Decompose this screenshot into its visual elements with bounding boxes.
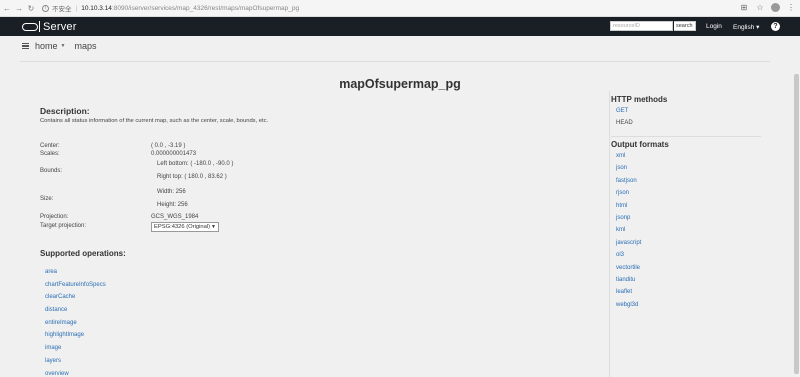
info-icon[interactable]: i (42, 4, 49, 12)
output-format-link[interactable]: leaflet (616, 289, 641, 301)
output-format-link[interactable]: xml (616, 153, 641, 165)
output-format-link[interactable]: rjson (616, 190, 641, 202)
breadcrumb-current: maps (74, 41, 97, 51)
bounds-right-top: Right top: ( 180.0 , 83.62 ) (157, 174, 227, 180)
logo-text: Server (43, 20, 77, 33)
insecure-label: 不安全 (52, 6, 72, 13)
http-method-get[interactable]: GET (616, 108, 633, 120)
projection-label: Projection: (40, 214, 69, 220)
operation-link[interactable]: chartFeatureInfoSpecs (45, 282, 106, 295)
bounds-label: Bounds: (40, 168, 63, 174)
output-format-link[interactable]: html (616, 203, 641, 215)
scales-label: Scales: (40, 151, 60, 157)
operation-link[interactable]: image (45, 345, 106, 358)
operation-link[interactable]: entireImage (45, 320, 106, 333)
scales-value: 0.000000001473 (151, 151, 197, 157)
bounds-left-bottom: Left bottom: ( -180.0 , -90.0 ) (157, 161, 234, 167)
caret-down-icon[interactable]: ▼ (61, 43, 66, 49)
address-bar[interactable]: i 不安全 | 10.10.3.14:8090/iserver/services… (42, 3, 299, 13)
description-text: Contains all status information of the c… (40, 118, 269, 124)
breadcrumb-home[interactable]: home (35, 41, 58, 51)
side-panel-rule (611, 136, 761, 137)
browser-toolbar: ← → ↻ i 不安全 | 10.10.3.14:8090/iserver/se… (0, 0, 800, 17)
back-icon[interactable]: ← (2, 2, 12, 14)
help-icon[interactable]: ? (771, 22, 780, 31)
bookmark-star-icon[interactable]: ☆ (755, 2, 765, 12)
output-format-link[interactable]: webgl3d (616, 302, 641, 314)
url-host: 10.10.3.14 (81, 4, 112, 12)
output-format-link[interactable]: jsonp (616, 215, 641, 227)
operation-link[interactable]: layers (45, 358, 106, 371)
http-method-head: HEAD (616, 120, 633, 127)
size-label: Size: (40, 196, 54, 202)
target-projection-select[interactable]: EPSG:4326 (Original) ▼ (151, 222, 219, 232)
url-separator: | (75, 4, 78, 12)
supported-operations-heading: Supported operations: (40, 249, 126, 258)
output-format-link[interactable]: kml (616, 227, 641, 239)
output-format-link[interactable]: json (616, 165, 641, 177)
profile-avatar-icon[interactable] (771, 2, 780, 12)
page-title: mapOfsupermap_pg (339, 77, 461, 91)
size-height: Height: 256 (157, 202, 188, 208)
select-arrow-icon: ▼ (211, 224, 216, 230)
operations-list: area chartFeatureInfoSpecs clearCache dista… (45, 269, 106, 377)
size-width: Width: 256 (157, 189, 186, 195)
operation-link[interactable]: clearCache (45, 294, 106, 307)
center-value: ( 0.0 , -3.19 ) (151, 143, 186, 149)
translate-icon[interactable]: ⊞ (739, 2, 749, 12)
http-methods-heading: HTTP methods (611, 95, 668, 104)
top-navbar: Server resourceID search Login English ▾… (0, 17, 800, 36)
target-projection-value: EPSG:4326 (Original) (154, 224, 211, 230)
projection-value: GCS_WGS_1984 (151, 214, 199, 220)
server-logo[interactable]: Server (22, 21, 77, 33)
output-format-link[interactable]: fastjson (616, 178, 641, 190)
output-formats-heading: Output formats (611, 140, 669, 149)
logo-separator (39, 21, 40, 32)
output-format-link[interactable]: ol3 (616, 252, 641, 264)
description-heading: Description: (40, 106, 90, 116)
output-formats-list: xml json fastjson rjson html jsonp kml javascri… (616, 153, 641, 314)
breadcrumb-divider (20, 61, 770, 62)
operation-link[interactable]: overview (45, 371, 106, 377)
url-path: :8090/iserver/services/map_4326/rest/map… (111, 4, 300, 12)
operation-link[interactable]: highlightImage (45, 332, 106, 345)
page-scrollbar[interactable] (793, 36, 800, 377)
resource-search: resourceID search (610, 21, 696, 31)
resource-id-input[interactable]: resourceID (610, 21, 673, 31)
cloud-logo-icon (22, 22, 38, 31)
reload-icon[interactable]: ↻ (26, 2, 36, 14)
target-projection-label: Target projection: (40, 223, 87, 229)
output-format-link[interactable]: javascript (616, 240, 641, 252)
language-dropdown[interactable]: English ▾ (733, 23, 759, 31)
forward-icon[interactable]: → (14, 2, 24, 14)
side-panel-divider (609, 91, 610, 377)
login-link[interactable]: Login (706, 23, 722, 30)
scrollbar-thumb[interactable] (794, 74, 799, 374)
output-format-link[interactable]: vectortile (616, 265, 641, 277)
breadcrumb: home ▼ maps (22, 41, 96, 51)
output-format-link[interactable]: tianditu (616, 277, 641, 289)
center-label: Center: (40, 143, 60, 149)
operation-link[interactable]: distance (45, 307, 106, 320)
search-button[interactable]: search (674, 21, 696, 31)
http-methods-list: GET HEAD (616, 108, 633, 132)
menu-dots-icon[interactable]: ⋮ (786, 2, 796, 12)
operation-link[interactable]: area (45, 269, 106, 282)
list-icon (22, 43, 29, 49)
